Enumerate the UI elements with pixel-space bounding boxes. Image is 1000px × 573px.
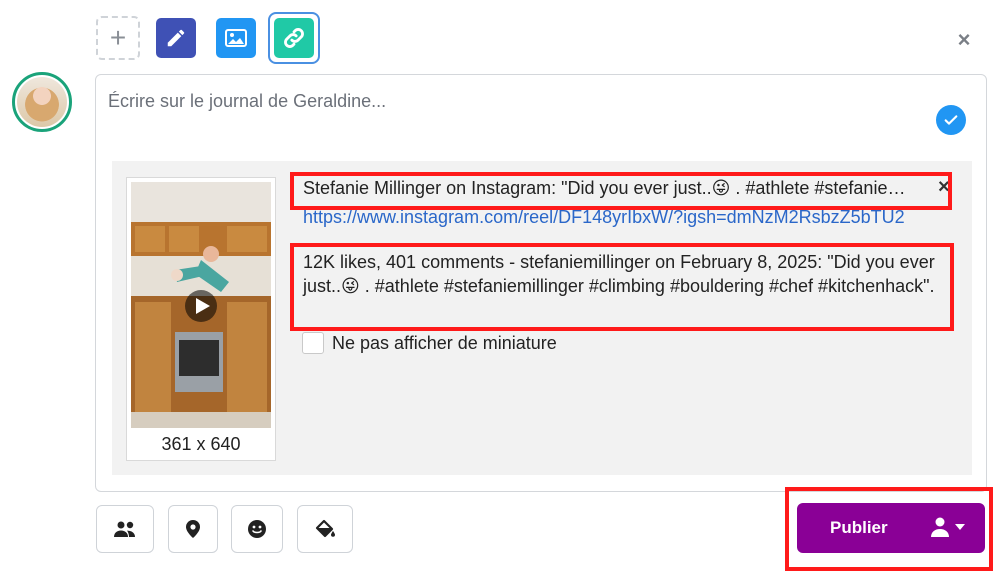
location-button[interactable] — [168, 505, 218, 553]
no-thumbnail-option[interactable]: Ne pas afficher de miniature — [302, 332, 557, 354]
link-url[interactable]: https://www.instagram.com/reel/DF148yrIb… — [303, 207, 925, 228]
emoji-button[interactable] — [231, 505, 283, 553]
tag-people-button[interactable] — [96, 505, 154, 553]
close-icon[interactable]: × — [952, 27, 976, 52]
check-icon[interactable] — [936, 105, 966, 135]
checkmark-icon — [944, 115, 958, 125]
thumbnail-image — [131, 182, 271, 428]
paint-bucket-icon — [315, 519, 335, 538]
background-color-button[interactable] — [297, 505, 353, 553]
smiley-icon — [248, 520, 266, 538]
highlight-description — [290, 243, 954, 331]
people-icon — [114, 521, 135, 537]
link-icon — [284, 28, 304, 48]
no-thumbnail-checkbox[interactable] — [302, 332, 324, 354]
kitchen-thumbnail-icon — [131, 182, 271, 428]
avatar-image — [17, 77, 67, 127]
thumbnail-size: 361 x 640 — [161, 434, 241, 454]
no-thumbnail-label: Ne pas afficher de miniature — [332, 332, 557, 353]
avatar — [12, 72, 72, 132]
pencil-icon — [167, 29, 185, 47]
add-content-button[interactable]: + — [96, 16, 140, 60]
add-image-button[interactable] — [216, 18, 256, 58]
thumbnail-card: 361 x 640 — [126, 177, 276, 461]
add-link-button[interactable] — [268, 12, 320, 64]
composer-placeholder[interactable]: Écrire sur le journal de Geraldine... — [108, 91, 386, 112]
image-icon — [225, 29, 247, 47]
write-post-button[interactable] — [156, 18, 196, 58]
link-button-face — [274, 18, 314, 58]
highlight-publish — [785, 487, 993, 571]
highlight-title — [290, 172, 952, 210]
location-pin-icon — [186, 520, 200, 538]
plus-icon: + — [109, 22, 127, 53]
